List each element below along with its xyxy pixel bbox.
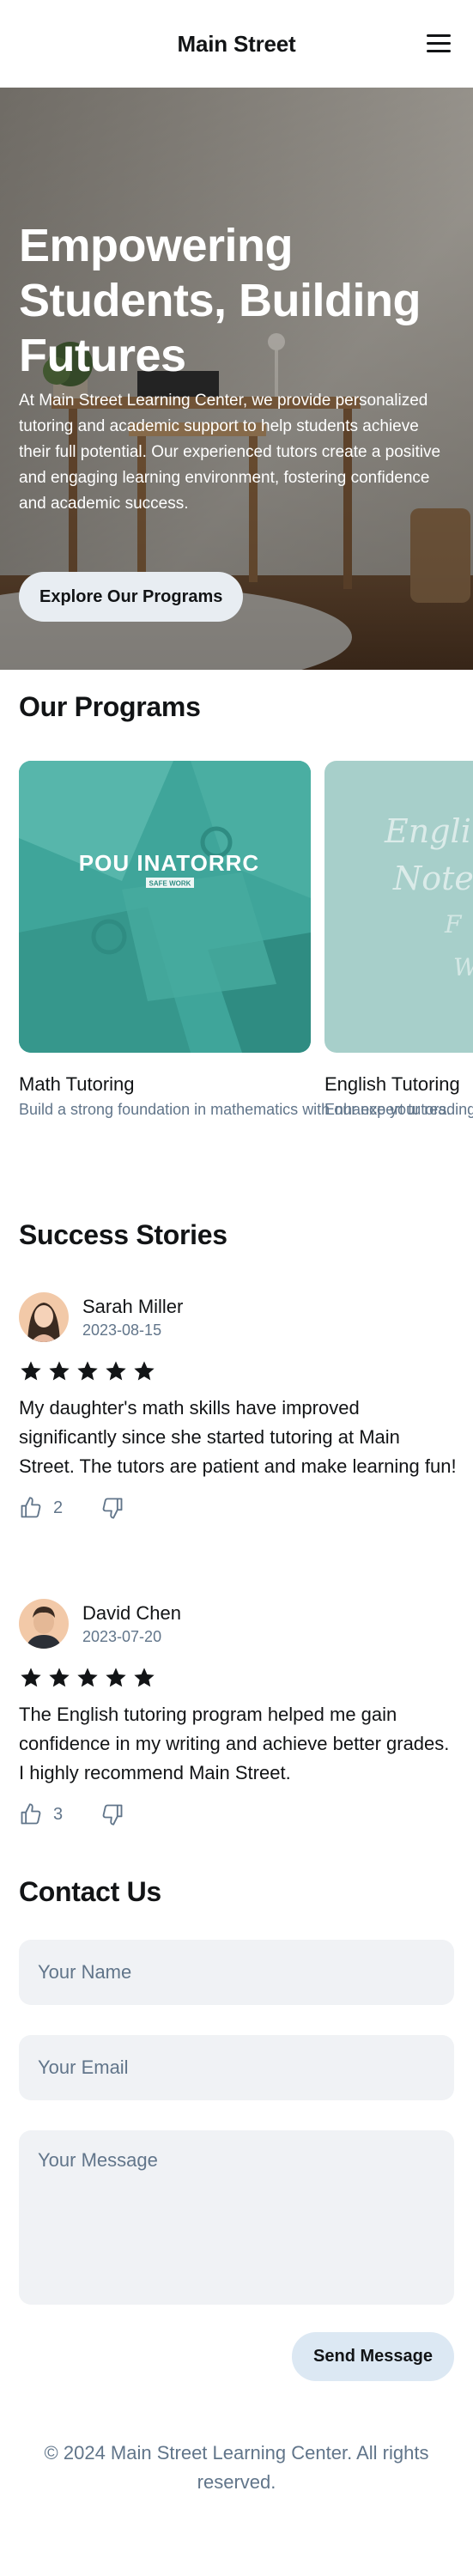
program-description: Enhance your reading, writing, and criti…	[324, 1101, 473, 1118]
avatar	[19, 1292, 69, 1342]
program-name: Math Tutoring	[19, 1073, 135, 1095]
reviewer-name: David Chen	[82, 1601, 181, 1624]
site-title[interactable]: Main Street	[178, 31, 296, 58]
dislike-button[interactable]	[100, 1496, 124, 1520]
like-button[interactable]: 3	[19, 1802, 63, 1826]
like-count: 3	[53, 1804, 64, 1824]
review-card: David Chen 2023-07-20 The English tutori…	[19, 1599, 457, 1827]
contact-title: Contact Us	[19, 1876, 161, 1907]
program-name: English Tutoring	[324, 1073, 460, 1095]
program-description: Build a strong foundation in mathematics…	[19, 1101, 452, 1118]
avatar	[19, 1599, 69, 1649]
thumbs-up-icon	[21, 1497, 41, 1518]
star-icon	[106, 1668, 126, 1687]
footer-copyright: © 2024 Main Street Learning Center. All …	[44, 2442, 429, 2493]
star-icon	[77, 1668, 98, 1687]
thumbs-down-icon	[102, 1498, 123, 1519]
star-icon	[21, 1361, 41, 1381]
hero-title: Empowering Students, Building Futures	[19, 220, 421, 381]
program-card-math[interactable]: POU INATORRC SAFE WORK Math Tutoring Bui…	[19, 761, 452, 1122]
send-message-button[interactable]: Send Message	[292, 2332, 454, 2381]
star-icon	[49, 1361, 70, 1381]
message-input[interactable]	[19, 2130, 454, 2305]
english-program-image: Engli Notek F W	[324, 761, 473, 1053]
svg-text:W: W	[453, 953, 473, 981]
svg-text:Engli: Engli	[384, 812, 471, 850]
reviews-title: Success Stories	[19, 1219, 227, 1250]
review-card: Sarah Miller 2023-08-15 My daughter's ma…	[19, 1292, 457, 1521]
thumbs-up-icon	[21, 1803, 41, 1825]
explore-programs-button[interactable]: Explore Our Programs	[19, 572, 244, 622]
review-date: 2023-08-15	[82, 1321, 162, 1339]
review-text: The English tutoring program helped me g…	[19, 1704, 450, 1783]
dislike-button[interactable]	[100, 1802, 124, 1826]
email-input[interactable]	[19, 2035, 454, 2100]
star-icon	[134, 1361, 155, 1381]
svg-text:Notek: Notek	[392, 860, 473, 897]
star-icon	[77, 1361, 98, 1381]
like-button[interactable]: 2	[19, 1496, 63, 1520]
star-icon	[21, 1668, 41, 1687]
review-date: 2023-07-20	[82, 1627, 162, 1645]
rating-stars	[19, 1666, 457, 1690]
menu-icon[interactable]	[427, 34, 451, 53]
programs-title: Our Programs	[19, 691, 201, 722]
rating-stars	[19, 1359, 457, 1383]
star-icon	[106, 1361, 126, 1381]
review-text: My daughter's math skills have improved …	[19, 1397, 457, 1477]
svg-text:F: F	[444, 910, 463, 939]
math-image-text: POU INATORRC	[79, 850, 259, 876]
hero-description: At Main Street Learning Center, we provi…	[19, 392, 441, 513]
math-program-image: POU INATORRC SAFE WORK	[19, 761, 311, 1053]
program-card-english[interactable]: Engli Notek F W English Tutoring Enhance…	[324, 761, 473, 1122]
reviewer-name: Sarah Miller	[82, 1295, 184, 1317]
hero-content: Empowering Students, Building Futures At…	[19, 218, 457, 517]
name-input[interactable]	[19, 1940, 454, 2005]
like-count: 2	[53, 1498, 64, 1517]
hero-section: Empowering Students, Building Futures At…	[0, 88, 473, 670]
thumbs-down-icon	[102, 1804, 123, 1826]
header: Main Street	[0, 0, 473, 88]
star-icon	[49, 1668, 70, 1687]
math-image-subtext: SAFE WORK	[149, 880, 191, 888]
star-icon	[134, 1668, 155, 1687]
programs-carousel[interactable]: POU INATORRC SAFE WORK Math Tutoring Bui…	[0, 761, 473, 1156]
